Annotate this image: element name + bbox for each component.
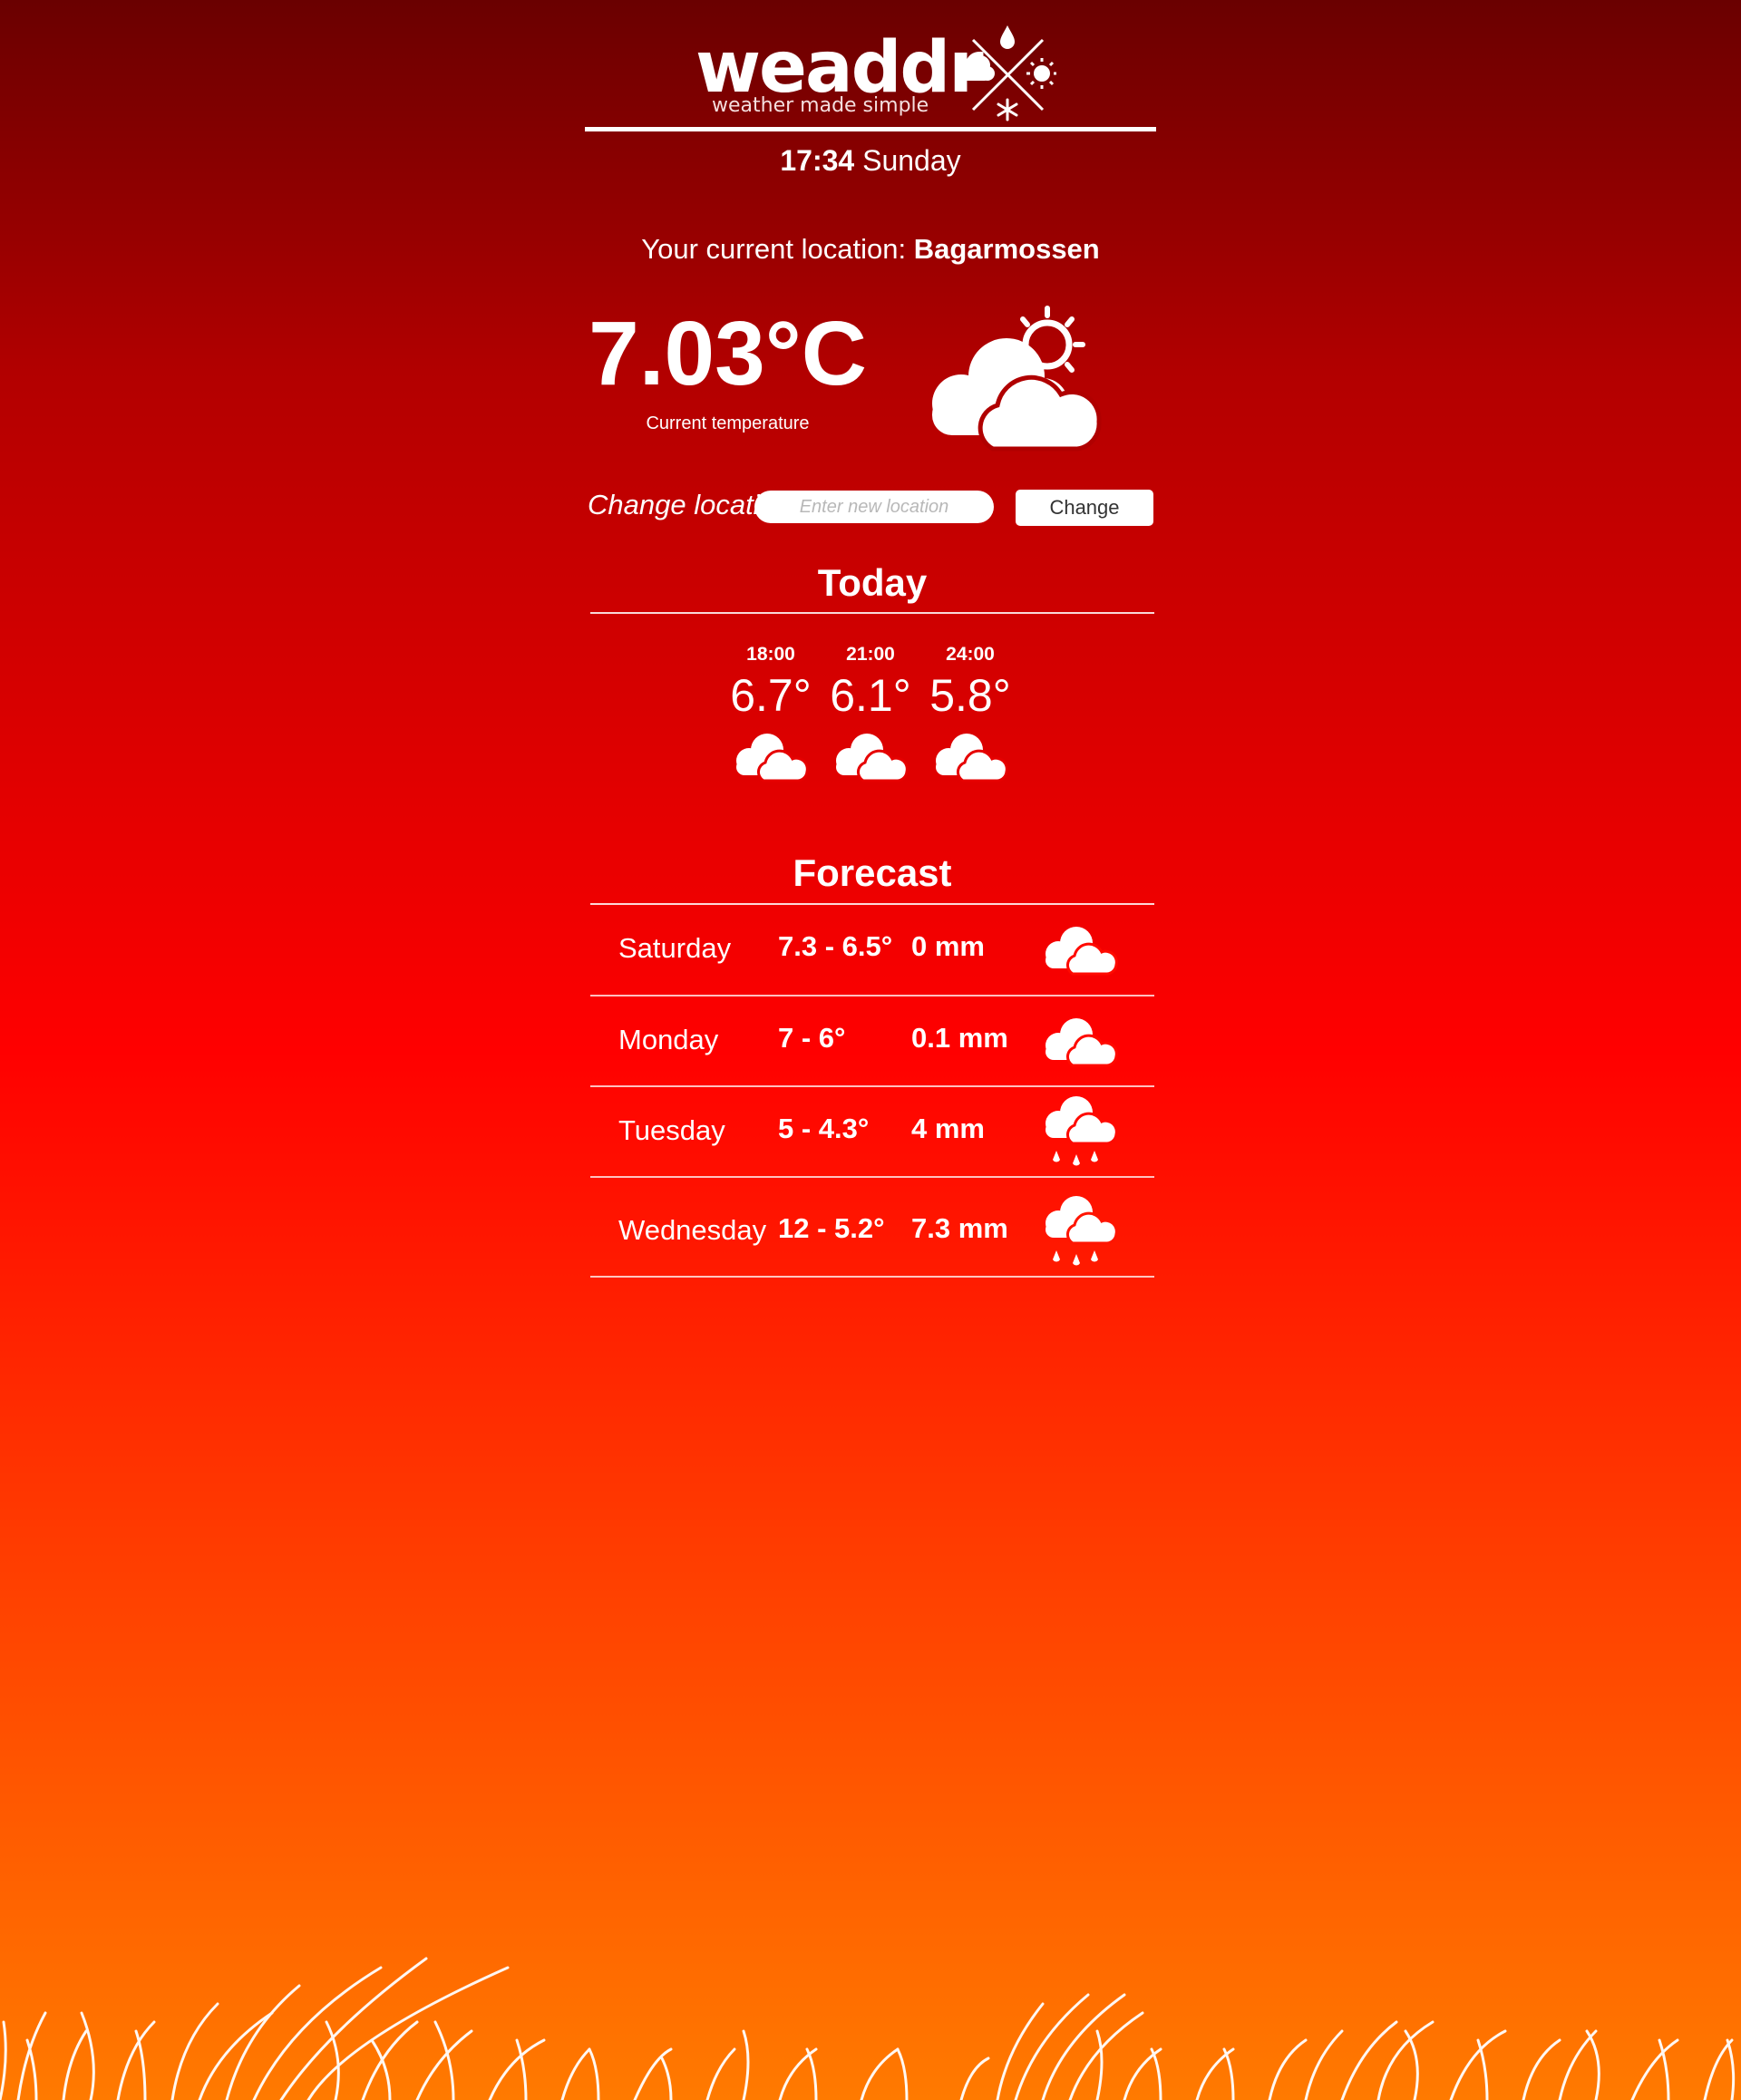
- hour-temperature: 6.7°: [730, 670, 812, 721]
- cloudy-icon: [1046, 927, 1118, 976]
- header-divider: [585, 127, 1156, 131]
- rain-cloud-icon: [1046, 1096, 1118, 1166]
- hour-time: 21:00: [846, 644, 895, 665]
- logo: weaddr weather made simple: [585, 16, 1156, 134]
- current-day: Sunday: [862, 144, 961, 177]
- forecast-row: Saturday 7.3 - 6.5° 0 mm: [590, 905, 1154, 997]
- forecast-day: Monday: [618, 1024, 719, 1055]
- current-temperature: 7.03°C: [588, 303, 867, 404]
- hour-temperature: 6.1°: [830, 670, 911, 721]
- forecast-temperature-range: 7.3 - 6.5°: [778, 930, 893, 962]
- location-label: Your current location:: [641, 233, 907, 265]
- cloudy-icon: [936, 734, 1008, 783]
- current-time: 17:34: [780, 144, 855, 177]
- hour-temperature: 5.8°: [929, 670, 1011, 721]
- forecast-temperature-range: 7 - 6°: [778, 1022, 846, 1054]
- forecast-temperature-range: 5 - 4.3°: [778, 1113, 870, 1144]
- hourly-item: 18:00 6.7°: [721, 641, 821, 783]
- current-temperature-label: Current temperature: [646, 413, 810, 433]
- rain-cloud-icon: [1046, 1196, 1118, 1266]
- current-location: Your current location: Bagarmossen: [585, 231, 1156, 267]
- forecast-precipitation: 4 mm: [911, 1113, 985, 1144]
- hour-time: 18:00: [746, 644, 795, 665]
- grass-decoration: [0, 1957, 1736, 2100]
- weather-emblem-icon: [961, 25, 1056, 122]
- forecast-day: Tuesday: [618, 1114, 725, 1146]
- forecast-row: Wednesday 12 - 5.2° 7.3 mm: [590, 1178, 1154, 1278]
- forecast-temperature-range: 12 - 5.2°: [778, 1212, 885, 1244]
- location-name: Bagarmossen: [913, 233, 1100, 265]
- forecast-precipitation: 0.1 mm: [911, 1022, 1008, 1054]
- forecast-title: Forecast: [793, 851, 952, 894]
- today-title: Today: [817, 561, 928, 604]
- cloudy-icon: [736, 734, 809, 783]
- partly-cloudy-sun-icon: [932, 306, 1102, 452]
- forecast-precipitation: 7.3 mm: [911, 1212, 1008, 1244]
- location-search-input[interactable]: [754, 491, 994, 523]
- hourly-item: 21:00 6.1°: [821, 641, 920, 783]
- hourly-item: 24:00 5.8°: [920, 641, 1020, 783]
- forecast-day: Saturday: [618, 932, 732, 964]
- forecast-day: Wednesday: [618, 1214, 767, 1246]
- hourly-forecast: 18:00 6.7° 21:00 6.1° 24:00 5.8°: [0, 641, 1741, 804]
- cloudy-icon: [1046, 1018, 1118, 1067]
- logo-tagline: weather made simple: [712, 94, 929, 117]
- forecast-table: Saturday 7.3 - 6.5° 0 mm Monday 7 - 6° 0…: [590, 905, 1154, 1278]
- clock: 17:34 Sunday: [585, 142, 1156, 179]
- forecast-row: Monday 7 - 6° 0.1 mm: [590, 997, 1154, 1087]
- cloudy-icon: [836, 734, 909, 783]
- change-location-button[interactable]: Change: [1016, 490, 1153, 526]
- forecast-precipitation: 0 mm: [911, 930, 985, 962]
- hour-time: 24:00: [946, 644, 995, 665]
- forecast-row: Tuesday 5 - 4.3° 4 mm: [590, 1087, 1154, 1178]
- today-divider: [590, 612, 1154, 614]
